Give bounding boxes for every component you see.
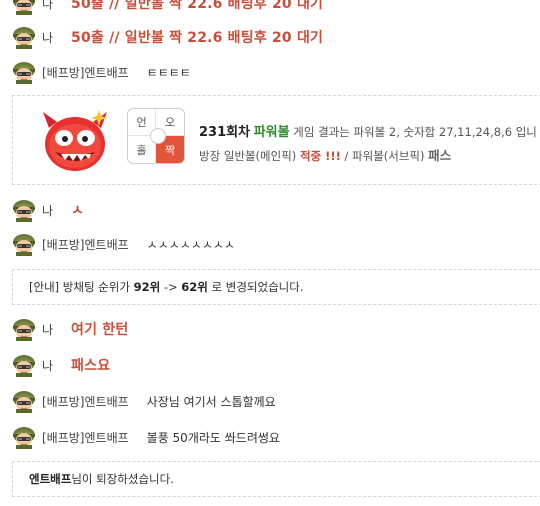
message-text: ㅅ [71, 203, 85, 219]
chat-message: 나 여기 한턴 [12, 317, 128, 341]
message-nick: [배프방]엔트배프 [42, 394, 129, 409]
chat-message: 나 50출 // 일반볼 짝 22.6 배팅후 20 대기 [12, 25, 323, 49]
notice-from-rank: 92위 [133, 280, 161, 294]
message-nick: [배프방]엔트배프 [42, 65, 129, 80]
rank-notice: [안내] 방채팅 순위가 92위 -> 62위 로 변경되었습니다. [12, 269, 540, 305]
sub-pick-label: / 파워볼(서브픽) [344, 149, 425, 163]
soldier-avatar-icon [12, 232, 36, 256]
leave-user-name: 엔트배프 [29, 472, 72, 486]
soldier-avatar-icon [12, 425, 36, 449]
pass-label: 패스 [428, 148, 452, 163]
message-text: 50출 // 일반볼 짝 22.6 배팅후 20 대기 [71, 30, 324, 46]
notice-arrow: -> [163, 280, 178, 294]
devil-mascot-icon [43, 110, 107, 171]
hit-label: 적중 !!! [299, 149, 341, 163]
soldier-avatar-icon [12, 60, 36, 84]
message-nick: 나 [42, 203, 54, 218]
soldier-avatar-icon [12, 25, 36, 49]
game-result-line1: 231회차 파워볼 게임 결과는 파워볼 2, 숫자합 27,11,24,8,6… [199, 121, 537, 140]
notice-suffix: 로 변경되었습니다. [211, 280, 304, 294]
soldier-avatar-icon [12, 317, 36, 341]
leave-notice: 엔트배프 님이 퇴장하셨습니다. [12, 461, 540, 497]
soldier-avatar-icon [12, 389, 36, 413]
grid-center-dot [150, 128, 166, 144]
notice-prefix: [안내] 방채팅 순위가 [29, 280, 130, 294]
message-text: 50출 // 일반볼 짝 22.6 배팅후 20 대기 [71, 0, 324, 12]
chat-message: [배프방]엔트배프 사장님 여기서 스톱할께요 [12, 389, 276, 413]
message-nick: [배프방]엔트배프 [42, 430, 129, 445]
message-nick: 나 [42, 30, 54, 45]
game-name: 파워볼 [253, 125, 290, 140]
main-pick-label: 방장 일반볼(메인픽) [199, 149, 297, 163]
soldier-avatar-icon [12, 198, 36, 222]
message-text: ㅌㅌㅌㅌ [146, 65, 191, 80]
message-text: 사장님 여기서 스톱할께요 [146, 394, 276, 409]
message-nick: 나 [42, 322, 54, 337]
message-text: 패스요 [71, 358, 111, 374]
notice-to-rank: 62위 [181, 280, 208, 294]
chat-message: 나 ㅅ [12, 198, 84, 222]
message-text: 여기 한턴 [71, 322, 129, 338]
message-nick: 나 [42, 0, 54, 11]
chat-message: 나 패스요 [12, 353, 110, 377]
message-nick: [배프방]엔트배프 [42, 237, 129, 252]
message-text: 볼풍 50개라도 쏴드려썽요 [146, 430, 280, 445]
game-result-card: 언 오 홀 짝 231회차 파워볼 게임 결과는 파워볼 2, 숫자합 27,1… [12, 95, 540, 185]
round-number: 231회차 [199, 125, 251, 140]
chat-message: [배프방]엔트배프 볼풍 50개라도 쏴드려썽요 [12, 425, 280, 449]
chat-message: [배프방]엔트배프 ㅅㅅㅅㅅㅅㅅㅅㅅ [12, 232, 235, 256]
soldier-avatar-icon [12, 0, 36, 15]
message-nick: 나 [42, 358, 54, 373]
message-text: ㅅㅅㅅㅅㅅㅅㅅㅅ [146, 237, 235, 252]
chat-message: [배프방]엔트배프 ㅌㅌㅌㅌ [12, 60, 191, 84]
result-detail: 게임 결과는 파워볼 2, 숫자합 27,11,24,8,6 입니 [293, 125, 537, 139]
soldier-avatar-icon [12, 353, 36, 377]
chat-message: 나 50출 // 일반볼 짝 22.6 배팅후 20 대기 [12, 0, 323, 15]
game-result-line2: 방장 일반볼(메인픽) 적중 !!! / 파워볼(서브픽) 패스 [199, 145, 451, 164]
leave-suffix: 님이 퇴장하셨습니다. [71, 472, 174, 486]
